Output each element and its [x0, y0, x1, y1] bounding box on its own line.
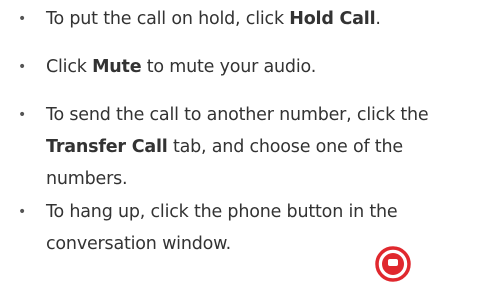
bullet: •: [18, 204, 27, 220]
list-item: • To put the call on hold, click Hold Cal…: [0, 3, 489, 35]
list-item: • To send the call to another number, cli…: [0, 99, 489, 195]
item-text: To hang up, click the phone button in th…: [46, 202, 398, 254]
item-text: To send the call to another number, clic…: [46, 105, 429, 125]
hold-call-label: Hold Call: [289, 9, 376, 29]
bullet: •: [18, 11, 27, 27]
item-text: Click: [46, 57, 93, 77]
phone-hangup-icon: [375, 246, 411, 282]
item-text: .: [375, 9, 381, 29]
list-item: • Click Mute to mute your audio.: [0, 51, 489, 83]
list-item: • To hang up, click the phone button in t…: [0, 196, 489, 260]
mute-label: Mute: [92, 57, 142, 77]
bullet: •: [18, 59, 27, 75]
item-text: To put the call on hold, click: [46, 9, 290, 29]
transfer-call-label: Transfer Call: [46, 137, 168, 157]
bullet: •: [18, 107, 27, 123]
item-text: to mute your audio.: [141, 57, 317, 77]
